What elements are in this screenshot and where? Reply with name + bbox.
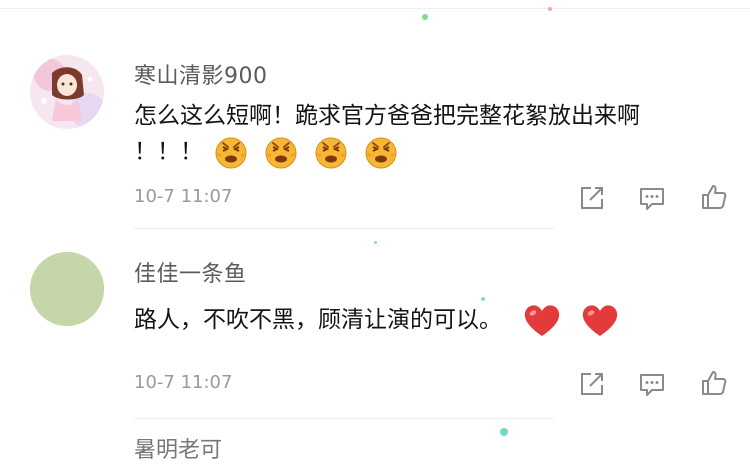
timestamp: 10-7 11:07	[134, 186, 233, 207]
like-icon[interactable]	[700, 369, 728, 397]
persevere-face-icon	[315, 137, 347, 169]
username[interactable]: 寒山清影900	[134, 58, 268, 90]
user-avatar[interactable]	[30, 252, 104, 326]
plain-avatar-icon	[30, 252, 104, 326]
comment-divider	[134, 228, 554, 229]
comment-text-line2: ！！！	[134, 134, 413, 170]
comment-text: 怎么这么短啊！跪求官方爸爸把完整花絮放出来啊	[134, 103, 640, 129]
red-heart-icon	[525, 304, 560, 336]
reply-icon[interactable]	[638, 370, 666, 398]
comment-item: 佳佳一条鱼 路人，不吹不黑，顾清让演的可以。 10-7 11:07	[0, 230, 750, 430]
timestamp: 10-7 11:07	[134, 372, 233, 393]
comment-text: 路人，不吹不黑，顾清让演的可以。	[134, 302, 619, 338]
persevere-face-icon	[365, 137, 397, 169]
user-avatar[interactable]	[30, 55, 104, 129]
anime-avatar-icon	[30, 55, 104, 129]
share-icon[interactable]	[578, 370, 606, 398]
comment-text: ！！！	[134, 139, 203, 165]
next-comment-username[interactable]: 暑明老可	[134, 432, 222, 464]
like-icon[interactable]	[700, 183, 728, 211]
share-icon[interactable]	[578, 184, 606, 212]
comment-divider	[134, 418, 554, 419]
persevere-face-icon	[265, 137, 297, 169]
username[interactable]: 佳佳一条鱼	[134, 256, 247, 288]
comment-item: 寒山清影900 怎么这么短啊！跪求官方爸爸把完整花絮放出来啊 ！！！ 10-7 …	[0, 0, 750, 230]
reply-icon[interactable]	[638, 184, 666, 212]
persevere-face-icon	[215, 137, 247, 169]
comment-text: 路人，不吹不黑，顾清让演的可以。	[134, 307, 502, 333]
red-heart-icon	[583, 304, 618, 336]
